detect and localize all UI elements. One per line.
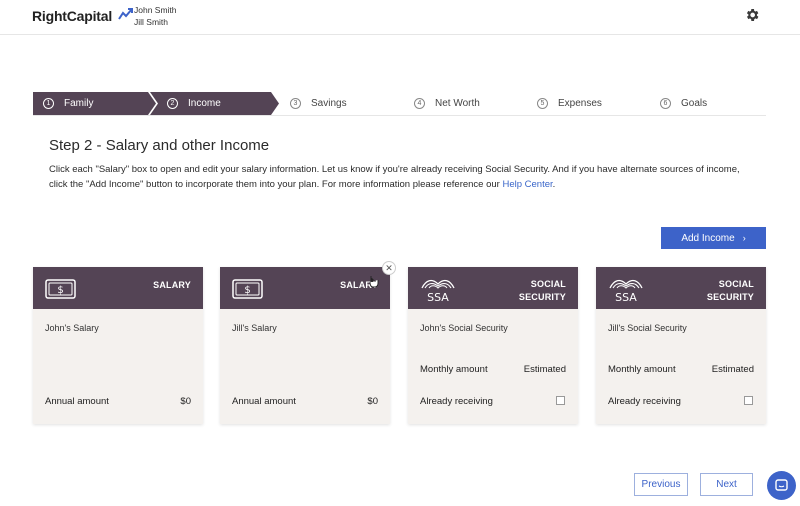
annual-amount-value: $0 xyxy=(180,396,191,407)
logo-text: RightCapital xyxy=(32,8,113,24)
social-security-card-john[interactable]: SSA SOCIAL SECURITY John's Social Securi… xyxy=(408,267,578,424)
client-name-2: Jill Smith xyxy=(134,17,169,27)
already-receiving-checkbox[interactable] xyxy=(744,396,753,405)
chevron-right-icon: › xyxy=(742,233,746,243)
card-type: SOCIAL SECURITY xyxy=(519,278,566,303)
step-label: Income xyxy=(188,98,221,109)
annual-amount-value: $0 xyxy=(367,396,378,407)
card-type: SOCIAL SECURITY xyxy=(707,278,754,303)
step-family[interactable]: 1 Family xyxy=(43,92,93,115)
hand-cursor-icon xyxy=(369,276,379,288)
step-number: 3 xyxy=(290,98,301,109)
step-expenses[interactable]: 5 Expenses xyxy=(537,92,602,115)
page-title: Step 2 - Salary and other Income xyxy=(49,137,270,154)
description-text: Click each "Salary" box to open and edit… xyxy=(49,164,740,190)
card-title: Jill's Salary xyxy=(232,323,277,333)
step-net-worth[interactable]: 4 Net Worth xyxy=(414,92,480,115)
step-label: Savings xyxy=(311,98,347,109)
client-names: John Smith Jill Smith xyxy=(134,4,177,28)
step-number: 6 xyxy=(660,98,671,109)
card-title: Jill's Social Security xyxy=(608,323,687,333)
step-label: Net Worth xyxy=(435,98,480,109)
step-label: Family xyxy=(64,98,94,109)
card-type-line-1: SOCIAL xyxy=(718,279,754,289)
add-income-button[interactable]: Add Income › xyxy=(661,227,766,249)
rightcapital-logo[interactable]: RightCapital xyxy=(32,8,133,24)
step-number: 2 xyxy=(167,98,178,109)
step-number: 4 xyxy=(414,98,425,109)
step-goals[interactable]: 6 Goals xyxy=(660,92,707,115)
app-header: RightCapital John Smith Jill Smith xyxy=(0,0,800,35)
logo-arrow-icon xyxy=(118,8,133,20)
monthly-amount-label: Monthly amount xyxy=(420,364,488,375)
client-name-1: John Smith xyxy=(134,5,177,15)
cash-icon: $ xyxy=(45,279,76,299)
monthly-amount-value: Estimated xyxy=(523,364,566,375)
next-button[interactable]: Next xyxy=(700,473,753,496)
card-header: $ SALARY xyxy=(220,267,390,309)
step-income[interactable]: 2 Income xyxy=(167,92,221,115)
card-title: John's Salary xyxy=(45,323,99,333)
annual-amount-label: Annual amount xyxy=(232,396,296,407)
card-header: SSA SOCIAL SECURITY xyxy=(408,267,578,309)
ssa-logo-icon: SSA xyxy=(421,279,455,302)
card-header: SSA SOCIAL SECURITY xyxy=(596,267,766,309)
annual-amount-label: Annual amount xyxy=(45,396,109,407)
social-security-card-jill[interactable]: SSA SOCIAL SECURITY Jill's Social Securi… xyxy=(596,267,766,424)
previous-button[interactable]: Previous xyxy=(634,473,688,496)
page-description: Click each "Salary" box to open and edit… xyxy=(49,162,749,192)
card-type: SALARY xyxy=(153,280,191,290)
card-header: $ SALARY xyxy=(33,267,203,309)
cash-icon: $ xyxy=(232,279,263,299)
monthly-amount-label: Monthly amount xyxy=(608,364,676,375)
already-receiving-label: Already receiving xyxy=(608,396,681,407)
salary-card-john[interactable]: $ SALARY John's Salary Annual amount $0 xyxy=(33,267,203,424)
add-income-label: Add Income xyxy=(681,232,735,244)
svg-text:$: $ xyxy=(244,285,250,296)
monthly-amount-value: Estimated xyxy=(711,364,754,375)
step-label: Expenses xyxy=(558,98,602,109)
help-center-link[interactable]: Help Center xyxy=(502,179,552,190)
ssa-logo-icon: SSA xyxy=(609,279,643,302)
salary-card-jill[interactable]: $ SALARY Jill's Salary Annual amount $0 xyxy=(220,267,390,424)
chat-button[interactable] xyxy=(767,471,796,500)
card-title: John's Social Security xyxy=(420,323,508,333)
svg-text:$: $ xyxy=(57,285,63,296)
step-number: 1 xyxy=(43,98,54,109)
card-type-line-1: SOCIAL xyxy=(530,279,566,289)
card-type-line-2: SECURITY xyxy=(706,291,754,302)
step-label: Goals xyxy=(681,98,708,109)
step-savings[interactable]: 3 Savings xyxy=(290,92,347,115)
svg-text:SSA: SSA xyxy=(427,291,449,302)
description-end: . xyxy=(552,179,556,190)
chat-icon xyxy=(775,479,788,491)
already-receiving-label: Already receiving xyxy=(420,396,493,407)
progress-stepper: 1 Family 2 Income 3 Savings 4 Net Worth … xyxy=(33,92,766,116)
svg-text:SSA: SSA xyxy=(615,291,637,302)
already-receiving-checkbox[interactable] xyxy=(556,396,565,405)
step-number: 5 xyxy=(537,98,548,109)
close-icon[interactable]: ✕ xyxy=(382,261,396,275)
card-type-line-2: SECURITY xyxy=(518,291,566,302)
gear-icon[interactable] xyxy=(744,7,760,23)
